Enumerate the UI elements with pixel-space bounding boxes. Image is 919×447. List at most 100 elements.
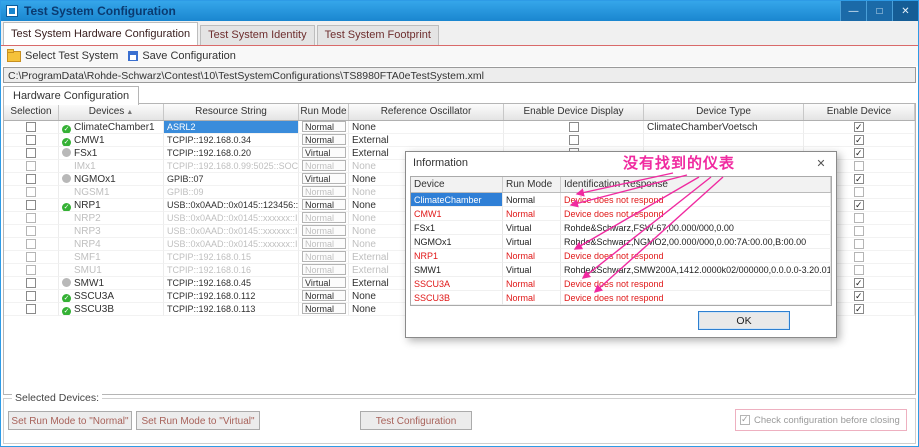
run-mode-value[interactable]: Normal <box>302 290 346 301</box>
run-mode-cell[interactable]: Normal <box>299 225 349 238</box>
dialog-device-cell[interactable]: SSCU3B <box>411 291 503 305</box>
enable-device-checkbox[interactable] <box>854 277 864 289</box>
dialog-row-SMW1[interactable]: SMW1 Virtual Rohde&Schwarz,SMW200A,1412.00… <box>411 263 831 277</box>
resource-string-cell[interactable]: TCPIP::192.168.0.15 <box>164 251 299 264</box>
enable-device-checkbox[interactable] <box>854 147 864 159</box>
dialog-device-cell[interactable]: CMW1 <box>411 207 503 221</box>
dialog-row-SSCU3A[interactable]: SSCU3A Normal Device does not respond <box>411 277 831 291</box>
run-mode-cell[interactable]: Normal <box>299 212 349 225</box>
device-name-cell[interactable]: NRP2 <box>59 212 164 225</box>
dialog-row-SSCU3B[interactable]: SSCU3B Normal Device does not respond <box>411 291 831 305</box>
dialog-row-FSx1[interactable]: FSx1 Virtual Rohde&Schwarz,FSW-67,00.000/0… <box>411 221 831 235</box>
tab-identity[interactable]: Test System Identity <box>200 25 315 45</box>
reference-oscillator-cell[interactable]: External <box>349 134 504 147</box>
run-mode-value[interactable]: Normal <box>302 212 346 223</box>
minimize-button[interactable]: — <box>840 1 866 21</box>
selection-checkbox[interactable] <box>26 278 36 289</box>
run-mode-cell[interactable]: Virtual <box>299 277 349 290</box>
run-mode-cell[interactable]: Normal <box>299 160 349 173</box>
run-mode-cell[interactable]: Virtual <box>299 173 349 186</box>
selection-checkbox[interactable] <box>26 291 36 302</box>
enable-device-display-checkbox[interactable] <box>568 122 579 133</box>
resource-string-cell[interactable]: TCPIP::192.168.0.112 <box>164 290 299 303</box>
device-name-cell[interactable]: ClimateChamber1 <box>59 121 164 134</box>
run-mode-cell[interactable]: Normal <box>299 186 349 199</box>
run-mode-cell[interactable]: Normal <box>299 121 349 134</box>
dialog-close-icon[interactable]: ✕ <box>813 157 829 170</box>
enable-device-checkbox[interactable] <box>854 199 864 211</box>
device-name-cell[interactable]: IMx1 <box>59 160 164 173</box>
enable-device-checkbox[interactable] <box>854 134 864 146</box>
resource-string-cell[interactable]: USB::0x0AAD::0x0145::xxxxxx::INSTR <box>164 212 299 225</box>
config-path-field[interactable]: C:\ProgramData\Rohde-Schwarz\Contest\10\… <box>3 67 916 83</box>
dialog-row-NGMOx1[interactable]: NGMOx1 Virtual Rohde&Schwarz,NGMO2,00.000/… <box>411 235 831 249</box>
dialog-row-ClimateChamber[interactable]: ClimateChamber Normal Device does not resp… <box>411 193 831 207</box>
device-row-CMW1[interactable]: CMW1 TCPIP::192.168.0.34NormalExternal <box>4 134 915 147</box>
device-type-cell[interactable] <box>644 134 804 147</box>
enable-device-checkbox[interactable] <box>854 252 864 263</box>
device-type-cell[interactable]: ClimateChamberVoetsch <box>644 121 804 134</box>
selection-checkbox[interactable] <box>26 265 36 276</box>
run-mode-cell[interactable]: Normal <box>299 264 349 277</box>
dialog-row-NRP1[interactable]: NRP1 Normal Device does not respond <box>411 249 831 263</box>
run-mode-cell[interactable]: Normal <box>299 199 349 212</box>
enable-device-checkbox[interactable] <box>854 265 864 276</box>
dialog-device-cell[interactable]: ClimateChamber <box>411 193 503 207</box>
device-name-cell[interactable]: NGMOx1 <box>59 173 164 186</box>
set-run-mode-virtual-button[interactable]: Set Run Mode to "Virtual" <box>136 411 260 430</box>
run-mode-value[interactable]: Normal <box>302 186 346 197</box>
ok-button[interactable]: OK <box>698 311 790 330</box>
dialog-device-cell[interactable]: NGMOx1 <box>411 235 503 249</box>
dialog-device-cell[interactable]: SSCU3A <box>411 277 503 291</box>
selection-checkbox[interactable] <box>26 135 36 146</box>
device-name-cell[interactable]: SSCU3B <box>59 303 164 316</box>
selection-checkbox[interactable] <box>26 226 36 237</box>
run-mode-value[interactable]: Normal <box>302 160 346 171</box>
run-mode-value[interactable]: Normal <box>302 225 346 236</box>
selection-checkbox[interactable] <box>26 239 36 250</box>
device-name-cell[interactable]: CMW1 <box>59 134 164 147</box>
save-configuration-button[interactable]: Save Configuration <box>128 50 236 62</box>
resource-string-cell[interactable]: ASRL2 <box>164 121 299 134</box>
resource-string-cell[interactable]: TCPIP::192.168.0.16 <box>164 264 299 277</box>
enable-device-checkbox[interactable] <box>854 226 864 237</box>
resource-string-cell[interactable]: TCPIP::192.168.0.45 <box>164 277 299 290</box>
tab-hardware-configuration[interactable]: Test System Hardware Configuration <box>3 22 199 45</box>
col-run-mode[interactable]: Run Mode <box>299 104 349 120</box>
col-device-type[interactable]: Device Type <box>644 104 804 120</box>
enable-device-display-checkbox[interactable] <box>568 135 579 146</box>
check-configuration-checkbox[interactable] <box>740 414 750 425</box>
enable-device-checkbox[interactable] <box>854 173 864 185</box>
enable-device-checkbox[interactable] <box>854 213 864 224</box>
run-mode-value[interactable]: Virtual <box>302 277 346 288</box>
selection-checkbox[interactable] <box>26 161 36 172</box>
run-mode-value[interactable]: Normal <box>302 238 346 249</box>
run-mode-value[interactable]: Normal <box>302 251 346 262</box>
enable-device-checkbox[interactable] <box>854 290 864 302</box>
dialog-device-cell[interactable]: FSx1 <box>411 221 503 235</box>
run-mode-value[interactable]: Normal <box>302 121 346 132</box>
device-name-cell[interactable]: SMW1 <box>59 277 164 290</box>
device-name-cell[interactable]: NRP4 <box>59 238 164 251</box>
resource-string-cell[interactable]: TCPIP::192.168.0.113 <box>164 303 299 316</box>
dialog-row-CMW1[interactable]: CMW1 Normal Device does not respond <box>411 207 831 221</box>
run-mode-cell[interactable]: Normal <box>299 134 349 147</box>
dialog-device-cell[interactable]: SMW1 <box>411 263 503 277</box>
run-mode-cell[interactable]: Virtual <box>299 147 349 160</box>
col-selection[interactable]: Selection <box>4 104 59 120</box>
col-enable-device-display[interactable]: Enable Device Display <box>504 104 644 120</box>
enable-device-checkbox[interactable] <box>854 303 864 315</box>
selection-checkbox[interactable] <box>26 213 36 224</box>
device-name-cell[interactable]: NRP1 <box>59 199 164 212</box>
set-run-mode-normal-button[interactable]: Set Run Mode to "Normal" <box>8 411 132 430</box>
run-mode-cell[interactable]: Normal <box>299 238 349 251</box>
selection-checkbox[interactable] <box>26 187 36 198</box>
run-mode-value[interactable]: Virtual <box>302 173 346 184</box>
reference-oscillator-cell[interactable]: None <box>349 121 504 134</box>
device-name-cell[interactable]: SMF1 <box>59 251 164 264</box>
run-mode-cell[interactable]: Normal <box>299 251 349 264</box>
col-resource-string[interactable]: Resource String <box>164 104 299 120</box>
resource-string-cell[interactable]: USB::0x0AAD::0x0145::123456::INSTR <box>164 199 299 212</box>
run-mode-value[interactable]: Normal <box>302 303 346 314</box>
col-devices[interactable]: Devices ▲ <box>59 104 164 120</box>
